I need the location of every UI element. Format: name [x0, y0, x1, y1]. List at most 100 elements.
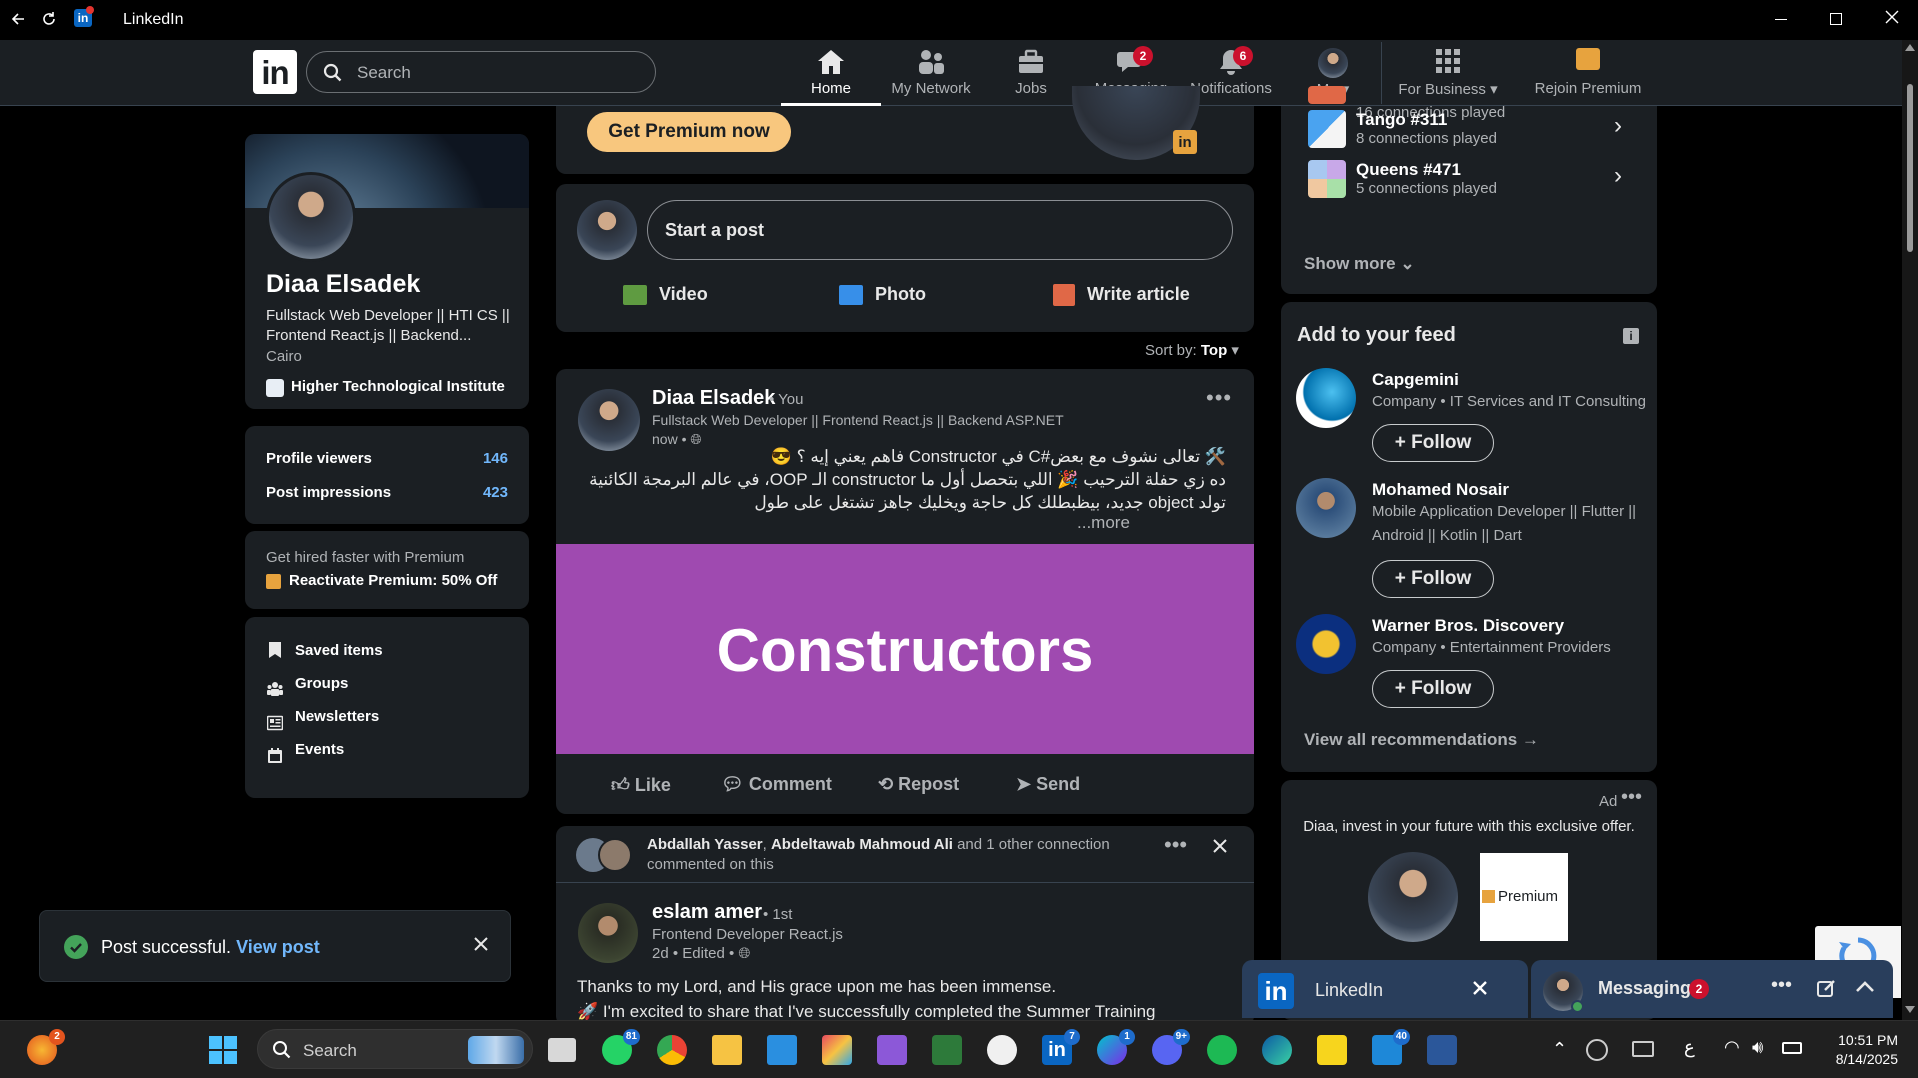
compose-icon[interactable] [1817, 978, 1837, 998]
scroll-up-icon[interactable] [1905, 44, 1915, 51]
dismiss-icon[interactable] [1212, 838, 1228, 854]
edge-icon[interactable] [1262, 1035, 1292, 1065]
chevron-up-icon[interactable]: ⌃ [1552, 1039, 1567, 1060]
scroll-down-icon[interactable] [1905, 1006, 1915, 1013]
info-icon[interactable]: i [1623, 328, 1639, 344]
view-post-link[interactable]: View post [236, 937, 320, 957]
word-icon[interactable] [1427, 1035, 1457, 1065]
capgemini-logo[interactable] [1296, 368, 1356, 428]
visual-studio-icon[interactable] [877, 1035, 907, 1065]
spotify-icon[interactable] [1207, 1035, 1237, 1065]
close-icon[interactable] [1884, 9, 1900, 25]
chrome-icon[interactable] [657, 1035, 687, 1065]
refresh-icon[interactable] [41, 11, 57, 27]
comment-button[interactable]: 💬︎ Comment [721, 774, 832, 795]
warner-bros-logo[interactable] [1296, 614, 1356, 674]
tablet-icon[interactable] [1632, 1041, 1654, 1057]
post-menu-button[interactable]: ••• [1164, 832, 1187, 858]
follow-button[interactable]: + Follow [1372, 670, 1494, 708]
game-title-tango[interactable]: Tango #311 [1356, 110, 1447, 130]
write-article-button[interactable]: Write article [1053, 284, 1190, 307]
nav-rejoin-premium[interactable]: Rejoin Premium [1523, 46, 1653, 102]
profile-avatar[interactable] [266, 172, 356, 262]
windows-start-icon[interactable] [208, 1035, 238, 1065]
follow-button[interactable]: + Follow [1372, 424, 1494, 462]
weather-icon[interactable]: 2 [27, 1029, 65, 1065]
profile-school[interactable]: Higher Technological Institute [291, 378, 505, 395]
events-link[interactable]: Events [295, 741, 344, 758]
show-more-button[interactable]: Show more ⌄ [1304, 254, 1415, 274]
search-input[interactable]: Search [306, 51, 656, 93]
scrollbar-thumb[interactable] [1907, 84, 1913, 252]
close-icon[interactable] [472, 935, 490, 953]
whatsapp-icon[interactable]: 81 [602, 1029, 640, 1065]
repost-button[interactable]: ⟲ Repost [878, 774, 959, 795]
vscode-icon[interactable] [767, 1035, 797, 1065]
chevron-right-icon[interactable]: › [1614, 162, 1622, 190]
linkedin-logo[interactable]: in [253, 50, 297, 94]
task-view-icon[interactable] [548, 1038, 576, 1062]
post-author-name[interactable]: eslam amer [652, 901, 762, 924]
scrollbar[interactable] [1902, 40, 1918, 1020]
post-author-avatar[interactable] [578, 389, 640, 451]
post-menu-button[interactable]: ••• [1206, 385, 1232, 411]
groups-link[interactable]: Groups [295, 675, 348, 692]
rec-avatar[interactable] [1296, 478, 1356, 538]
nav-for-business[interactable]: For Business ▾ [1388, 46, 1508, 102]
see-more-link[interactable]: ...more [1077, 513, 1130, 533]
stat-value-profile-viewers[interactable]: 146 [483, 450, 508, 467]
profile-card[interactable]: Diaa Elsadek Fullstack Web Developer || … [245, 134, 529, 409]
sort-dropdown[interactable]: Sort by: Top ▾ [1145, 341, 1239, 359]
follow-button[interactable]: + Follow [1372, 560, 1494, 598]
start-post-button[interactable]: Start a post [647, 200, 1233, 260]
system-clock[interactable]: 10:51 PM 8/14/2025 [1812, 1031, 1898, 1069]
messaging-bar[interactable]: Messaging 2 ••• [1531, 960, 1893, 1018]
discord-icon[interactable]: 9+ [1152, 1029, 1190, 1065]
sync-icon[interactable] [1586, 1039, 1608, 1061]
post-author-avatar[interactable] [578, 903, 638, 963]
store-icon[interactable]: 40 [1372, 1029, 1410, 1065]
terminal-icon[interactable] [932, 1035, 962, 1065]
close-icon[interactable] [1472, 980, 1488, 996]
wifi-icon[interactable]: ◠ [1724, 1037, 1740, 1058]
taskbar-search[interactable]: Search [257, 1029, 533, 1069]
language-indicator[interactable]: ع [1684, 1037, 1695, 1058]
stat-label-post-impressions[interactable]: Post impressions [266, 484, 391, 501]
video-button[interactable]: Video [623, 284, 708, 306]
nav-my-network[interactable]: My Network [881, 46, 981, 102]
file-explorer-icon[interactable] [712, 1035, 742, 1065]
player-icon[interactable] [1317, 1035, 1347, 1065]
paint-icon[interactable] [822, 1035, 852, 1065]
chevron-up-icon[interactable] [1855, 980, 1875, 994]
nav-home[interactable]: Home [781, 46, 881, 102]
composer-avatar[interactable] [577, 200, 637, 260]
more-icon[interactable]: ••• [1771, 974, 1792, 997]
ad-menu-button[interactable]: ••• [1621, 786, 1642, 809]
send-button[interactable]: ➤ Send [1016, 774, 1080, 795]
github-icon[interactable] [987, 1035, 1017, 1065]
reactivate-premium-link[interactable]: Reactivate Premium: 50% Off [289, 572, 497, 589]
back-arrow-icon[interactable] [10, 11, 26, 27]
rec-name[interactable]: Warner Bros. Discovery [1372, 616, 1564, 636]
stat-label-profile-viewers[interactable]: Profile viewers [266, 450, 372, 467]
premium-promo-card[interactable]: Get hired faster with Premium Reactivate… [245, 531, 529, 609]
chevron-right-icon[interactable]: › [1614, 112, 1622, 140]
linkedin-chat-bar[interactable]: in LinkedIn [1242, 960, 1528, 1018]
canva-icon[interactable]: 1 [1097, 1029, 1135, 1065]
volume-icon[interactable]: 🔊︎ [1752, 1037, 1763, 1058]
rec-name[interactable]: Capgemini [1372, 370, 1459, 390]
battery-icon[interactable] [1782, 1042, 1802, 1054]
photo-button[interactable]: Photo [839, 284, 926, 306]
nav-jobs[interactable]: Jobs [981, 46, 1081, 102]
restore-icon[interactable] [1830, 13, 1842, 25]
game-title-queens[interactable]: Queens #471 [1356, 160, 1461, 180]
like-button[interactable]: 👍︎ Like [611, 774, 671, 796]
post-author-name[interactable]: Diaa Elsadek [652, 387, 775, 410]
post-image[interactable]: Constructors [556, 544, 1254, 754]
rec-name[interactable]: Mohamed Nosair [1372, 480, 1509, 500]
linkedin-taskbar-icon[interactable]: in 7 [1042, 1029, 1080, 1065]
saved-items-link[interactable]: Saved items [295, 642, 383, 659]
get-premium-button[interactable]: Get Premium now [587, 112, 791, 152]
profile-name[interactable]: Diaa Elsadek [266, 270, 420, 299]
newsletters-link[interactable]: Newsletters [295, 708, 379, 725]
